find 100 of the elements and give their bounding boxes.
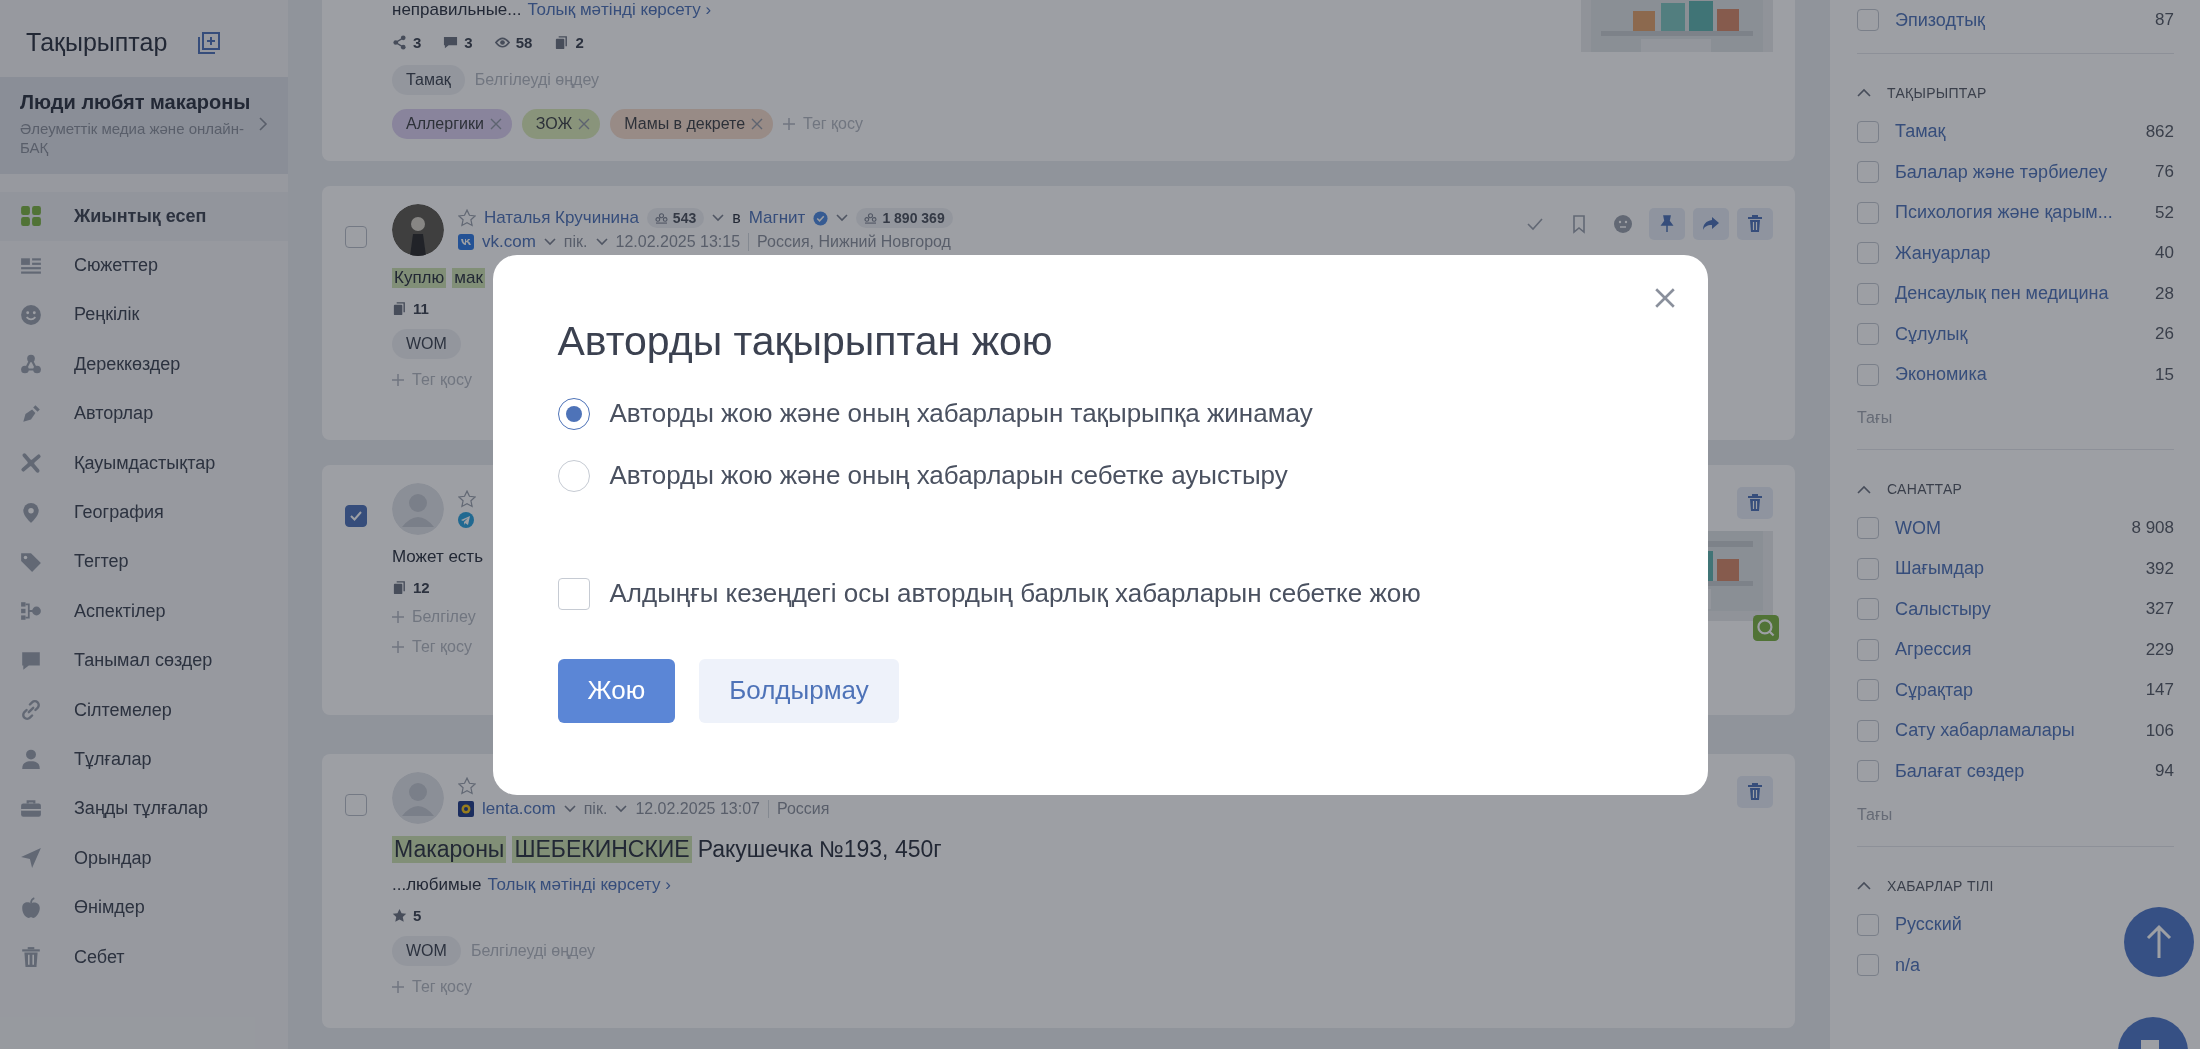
checkbox[interactable]: [1857, 242, 1879, 265]
tag: ЗОЖ: [521, 109, 601, 139]
checkbox[interactable]: [1857, 517, 1879, 540]
filter-label[interactable]: Жануарлар: [1895, 242, 1991, 264]
checkbox[interactable]: [1857, 760, 1879, 783]
nav-item[interactable]: География: [0, 487, 288, 538]
filter-label[interactable]: Балалар және тәрбиелеу: [1895, 161, 2108, 183]
close-icon[interactable]: [578, 118, 591, 130]
checkbox[interactable]: [1857, 954, 1879, 977]
close-icon[interactable]: [489, 118, 502, 130]
community-name[interactable]: Магнит: [748, 208, 806, 228]
person-icon: [20, 748, 42, 771]
checkbox[interactable]: [1857, 323, 1879, 346]
caret-icon[interactable]: [1857, 88, 1871, 97]
nav-item[interactable]: Дереккөздер: [0, 339, 288, 390]
message-type[interactable]: пік.: [563, 233, 588, 251]
nav-item[interactable]: Тұлғалар: [0, 734, 288, 785]
chevron-down-icon[interactable]: [712, 214, 725, 222]
nav-item[interactable]: Тегтер: [0, 537, 288, 587]
checkbox[interactable]: [345, 226, 367, 248]
chevron-down-icon[interactable]: [836, 214, 849, 222]
chevron-down-icon[interactable]: [543, 238, 556, 246]
plus-icon: [392, 611, 404, 623]
close-icon[interactable]: [751, 118, 764, 130]
filter-label[interactable]: Экономика: [1895, 364, 1987, 386]
filter-label[interactable]: Сату хабарламалары: [1895, 720, 2075, 742]
telegram-logo-icon: [458, 512, 474, 528]
star-icon[interactable]: [458, 777, 476, 795]
cancel-button[interactable]: Болдырмау: [699, 658, 899, 723]
star-icon[interactable]: [458, 209, 476, 227]
delete-button[interactable]: [1737, 208, 1773, 240]
filter-count: 862: [2145, 121, 2174, 142]
share-button[interactable]: [1693, 208, 1729, 240]
show-more-link[interactable]: Толық мәтінді көрсету ›: [487, 875, 671, 895]
chevron-right-icon[interactable]: [258, 116, 268, 133]
delete-button[interactable]: Жою: [557, 658, 676, 723]
message-type[interactable]: пік.: [583, 800, 608, 818]
checkbox[interactable]: [1857, 913, 1879, 936]
source-link[interactable]: vk.com: [482, 232, 536, 252]
checkbox[interactable]: [1857, 9, 1879, 32]
author-name[interactable]: Наталья Кручинина: [484, 208, 639, 228]
pin-button[interactable]: [1649, 208, 1685, 240]
nav-item[interactable]: Заңды тұлғалар: [0, 784, 288, 834]
star-icon[interactable]: [458, 490, 476, 508]
delete-button[interactable]: [1737, 487, 1773, 519]
show-more-link[interactable]: Толық мәтінді көрсету ›: [527, 0, 712, 20]
filter-label[interactable]: Денсаулық пен медицина: [1895, 283, 2109, 305]
option-label[interactable]: Авторды жою және оның хабарларын тақырыпқа жинамау: [609, 398, 1313, 430]
stat-count: 3: [464, 34, 473, 51]
option-label[interactable]: Авторды жою және оның хабарларын себетке ауыстыру: [609, 460, 1288, 492]
checkbox[interactable]: [1857, 120, 1879, 143]
nav-item[interactable]: Жиынтық есеп: [0, 191, 288, 241]
filter-label[interactable]: Балағат сөздер: [1895, 760, 2025, 782]
checkbox[interactable]: [1857, 201, 1879, 224]
caret-icon[interactable]: [1857, 881, 1871, 890]
sidebar-title: Тақырыптар: [26, 28, 168, 57]
source-link[interactable]: lenta.com: [482, 799, 556, 819]
filter-label[interactable]: Эпизодтық: [1895, 9, 1985, 31]
filter-label[interactable]: Шағымдар: [1895, 558, 1984, 580]
filter-label[interactable]: Русский: [1895, 914, 1962, 936]
chevron-down-icon[interactable]: [615, 805, 628, 813]
stat-count: 2: [575, 34, 584, 51]
filter-label[interactable]: Психология және қарым...: [1895, 202, 2113, 224]
nav-item[interactable]: Авторлар: [0, 389, 288, 439]
delete-button[interactable]: [1737, 776, 1773, 808]
nav-item[interactable]: Орындар: [0, 833, 288, 883]
filter-label[interactable]: Агрессия: [1895, 639, 1972, 661]
nav-item[interactable]: Себет: [0, 932, 288, 982]
nav-item[interactable]: Сілтемелер: [0, 685, 288, 735]
chevron-down-icon[interactable]: [595, 238, 608, 246]
filter-label[interactable]: Салыстыру: [1895, 598, 1991, 620]
checkbox[interactable]: [345, 505, 367, 527]
filter-label[interactable]: Сұрақтар: [1895, 679, 1973, 701]
checkbox[interactable]: [1857, 719, 1879, 742]
checkbox[interactable]: [1857, 557, 1879, 580]
checkbox[interactable]: [1857, 598, 1879, 621]
message-text: Куплю: [392, 268, 447, 288]
nav-item[interactable]: Реңкілік: [0, 290, 288, 340]
chevron-down-icon[interactable]: [563, 805, 576, 813]
smiley-icon: [1613, 214, 1633, 234]
filter-label[interactable]: WOM: [1895, 517, 1941, 539]
nav-item[interactable]: Қауымдастықтар: [0, 438, 288, 488]
checkbox[interactable]: [557, 577, 590, 610]
nav-item[interactable]: Танымал сөздер: [0, 636, 288, 686]
checkbox[interactable]: [1857, 282, 1879, 305]
checkbox[interactable]: [345, 794, 367, 816]
checkbox-label[interactable]: Алдыңғы кезеңдегі осы автордың барлық хабарларын себетке жою: [609, 578, 1421, 610]
filter-label[interactable]: n/a: [1895, 954, 1921, 976]
checkbox[interactable]: [1857, 363, 1879, 386]
nav-item[interactable]: Аспектілер: [0, 586, 288, 636]
checkbox[interactable]: [1857, 638, 1879, 661]
nav-item[interactable]: Сюжеттер: [0, 240, 288, 291]
filter-label[interactable]: Сұлулық: [1895, 323, 1968, 345]
filter-count: 8 908: [2131, 518, 2174, 539]
filter-label[interactable]: Тамақ: [1895, 121, 1946, 143]
checkbox[interactable]: [1857, 679, 1879, 702]
checkbox[interactable]: [1857, 161, 1879, 184]
message-text: мак: [452, 268, 485, 288]
caret-icon[interactable]: [1857, 484, 1871, 494]
nav-item[interactable]: Өнімдер: [0, 882, 288, 933]
